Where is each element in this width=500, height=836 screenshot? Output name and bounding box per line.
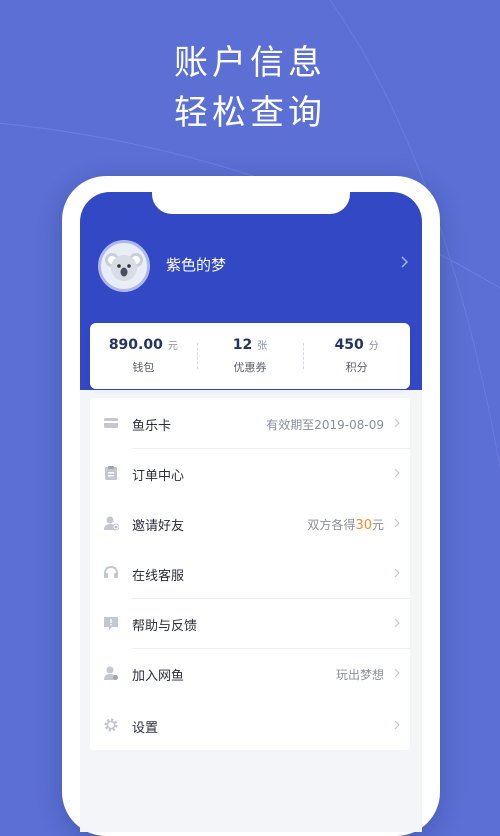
chevron-right-icon <box>394 668 400 678</box>
value-text: 元 <box>371 518 384 532</box>
username: 紫色的梦 <box>166 256 227 274</box>
divider <box>132 598 410 599</box>
user-add-icon <box>104 516 119 531</box>
feedback-icon <box>104 617 118 630</box>
menu-item-join[interactable]: 加入网鱼 玩出梦想 <box>90 648 410 698</box>
stat-label: 优惠券 <box>233 361 267 374</box>
menu-item-label: 在线客服 <box>132 569 185 584</box>
menu-item-settings[interactable]: 设置 <box>90 700 410 750</box>
value-text: 有效期至2019-08-09 <box>266 418 384 432</box>
headline-line-2: 轻松查询 <box>174 93 326 133</box>
value-text: 玩出梦想 <box>335 668 384 682</box>
menu-item-value: 玩出梦想 <box>336 666 384 683</box>
stat-label: 积分 <box>345 361 368 374</box>
menu-item-label: 帮助与反馈 <box>132 619 198 634</box>
headline: 账户信息 轻松查询 <box>0 38 500 138</box>
headset-icon <box>104 565 118 578</box>
chevron-right-icon <box>394 618 400 628</box>
menu-item-label: 设置 <box>132 721 159 736</box>
stat-coupons[interactable]: 12 张 优惠券 <box>196 323 304 389</box>
menu-item-fun-card[interactable]: 鱼乐卡 有效期至2019-08-09 <box>90 398 410 448</box>
menu-item-help-feedback[interactable]: 帮助与反馈 <box>90 598 410 648</box>
menu-item-orders[interactable]: 订单中心 <box>90 448 410 498</box>
chevron-right-icon <box>394 568 400 578</box>
user-join-icon <box>104 666 118 680</box>
chevron-right-icon <box>394 518 400 528</box>
value-text: 双方各得 <box>307 518 356 532</box>
chevron-right-icon <box>401 256 408 268</box>
stat-value: 890.00 <box>108 337 163 353</box>
divider <box>132 648 410 649</box>
menu-item-label: 邀请好友 <box>132 519 185 534</box>
divider <box>132 448 410 449</box>
menu-item-label: 鱼乐卡 <box>132 419 172 434</box>
stat-value: 12 <box>232 337 253 353</box>
phone-mockup: 紫色的梦 890.00 元 钱包 12 张 优惠券 450 分 积分 鱼乐卡 有… <box>62 176 440 836</box>
stat-unit: 张 <box>257 341 268 352</box>
card-icon <box>104 418 118 428</box>
menu-item-invite-friends[interactable]: 邀请好友 双方各得30元 <box>90 498 410 548</box>
chevron-right-icon <box>394 418 400 428</box>
chevron-right-icon <box>394 720 400 730</box>
headline-line-1: 账户信息 <box>174 43 326 83</box>
phone-notch <box>152 192 350 214</box>
chevron-right-icon <box>394 468 400 478</box>
menu-item-value: 双方各得30元 <box>307 516 384 533</box>
stat-value: 450 <box>334 337 364 353</box>
stat-points[interactable]: 450 分 积分 <box>303 323 410 389</box>
menu-list: 鱼乐卡 有效期至2019-08-09 订单中心 邀请好友 双方各得30元 在线客… <box>90 398 410 750</box>
koala-avatar-icon[interactable] <box>98 240 150 292</box>
profile-row[interactable]: 紫色的梦 <box>80 236 422 296</box>
menu-item-value: 有效期至2019-08-09 <box>266 416 384 433</box>
phone-screen: 紫色的梦 890.00 元 钱包 12 张 优惠券 450 分 积分 鱼乐卡 有… <box>80 192 422 832</box>
menu-item-label: 加入网鱼 <box>132 669 185 684</box>
stat-unit: 元 <box>167 341 178 352</box>
stat-wallet[interactable]: 890.00 元 钱包 <box>90 323 197 389</box>
reward-amount: 30 <box>355 518 372 533</box>
stat-label: 钱包 <box>132 361 155 374</box>
gear-icon <box>104 718 118 732</box>
clipboard-icon <box>105 466 117 480</box>
menu-item-customer-service[interactable]: 在线客服 <box>90 548 410 598</box>
stats-card: 890.00 元 钱包 12 张 优惠券 450 分 积分 <box>90 323 410 389</box>
stat-unit: 分 <box>368 341 379 352</box>
menu-item-label: 订单中心 <box>132 469 185 484</box>
